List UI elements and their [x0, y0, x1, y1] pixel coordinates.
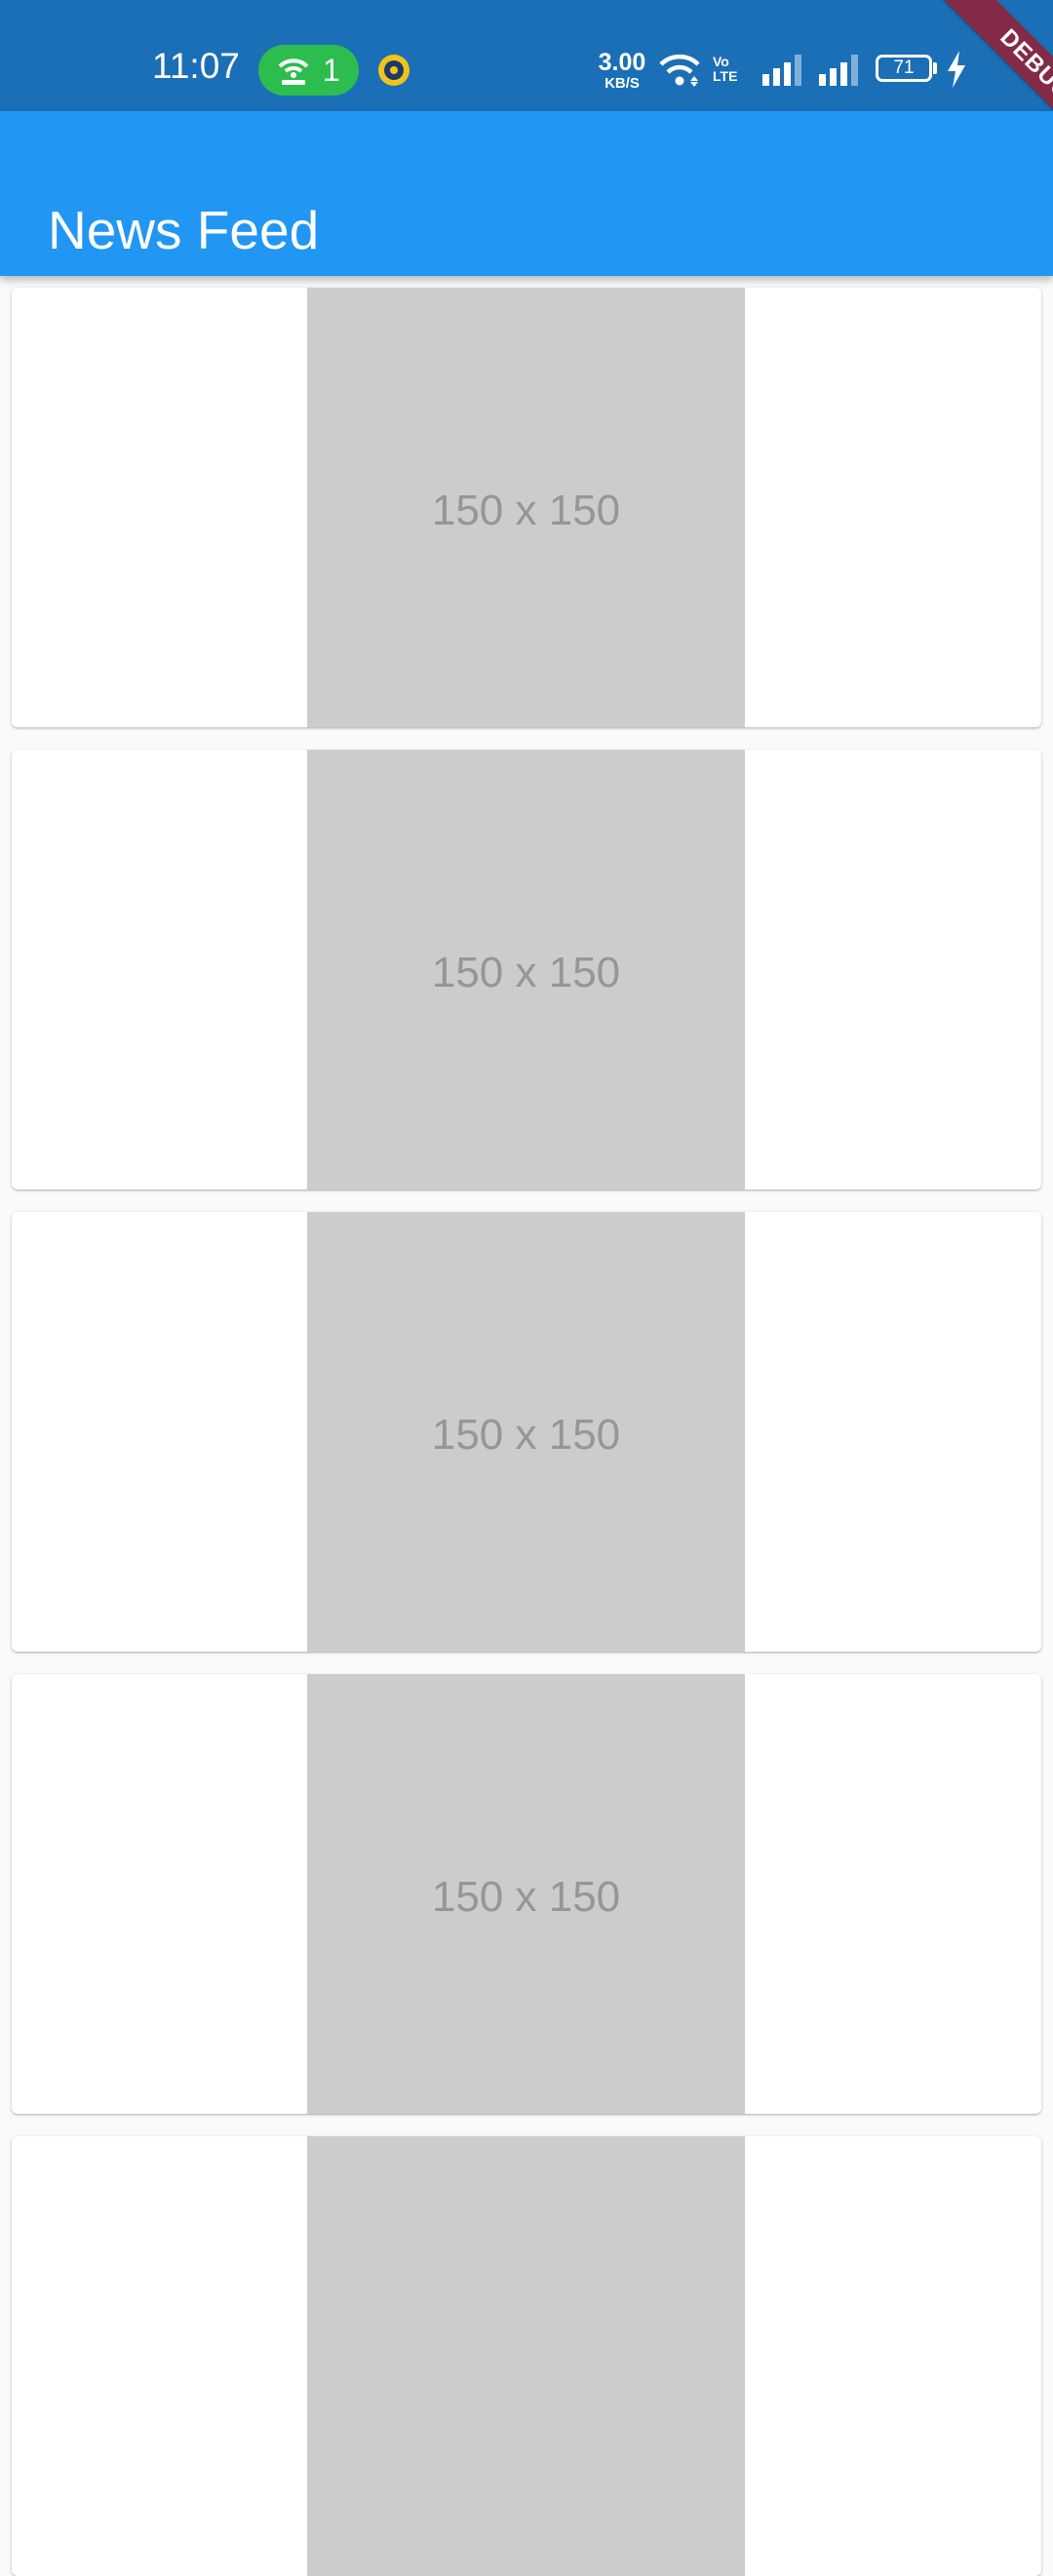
charging-icon	[948, 51, 965, 88]
volte-bottom: LTE	[713, 68, 738, 84]
hotspot-icon	[278, 59, 309, 85]
app-bar: News Feed	[0, 111, 1053, 276]
status-bar: 11:07 1 3.00 KB/S Vo LTE 71	[0, 0, 1053, 111]
card-image-placeholder	[307, 2136, 745, 2576]
card-image-placeholder: 150 x 150	[307, 1674, 745, 2114]
status-time: 11:07	[152, 46, 240, 86]
volte-indicator: Vo LTE	[713, 55, 737, 84]
battery-level: 71	[893, 58, 915, 78]
card-image-placeholder: 150 x 150	[307, 288, 745, 727]
news-feed-list[interactable]: 150 x 150 150 x 150 150 x 150 150 x 150	[0, 276, 1053, 2576]
wifi-icon	[659, 54, 700, 87]
card-image-placeholder: 150 x 150	[307, 750, 745, 1190]
network-speed-value: 3.00	[598, 49, 646, 76]
feed-card[interactable]: 150 x 150	[12, 288, 1041, 727]
image-placeholder-label: 150 x 150	[431, 949, 621, 996]
feed-card[interactable]: 150 x 150	[12, 750, 1041, 1190]
feed-card[interactable]: 150 x 150	[12, 1674, 1041, 2114]
hotspot-indicator[interactable]: 1	[258, 45, 359, 96]
feed-card[interactable]	[12, 2136, 1041, 2576]
signal-icon	[819, 55, 858, 86]
network-speed: 3.00 KB/S	[593, 49, 651, 92]
battery-tip	[933, 62, 937, 74]
feed-card[interactable]: 150 x 150	[12, 1212, 1041, 1652]
battery-icon: 71	[876, 55, 932, 82]
network-speed-unit: KB/S	[604, 75, 640, 92]
image-placeholder-label: 150 x 150	[431, 1873, 621, 1921]
card-image-placeholder: 150 x 150	[307, 1212, 745, 1652]
hotspot-count: 1	[323, 53, 340, 88]
app-notification-icon	[378, 55, 410, 86]
image-placeholder-label: 150 x 150	[431, 487, 621, 534]
page-title: News Feed	[48, 199, 320, 260]
image-placeholder-label: 150 x 150	[431, 1411, 621, 1459]
signal-icon	[762, 55, 801, 86]
volte-top: Vo	[713, 54, 729, 69]
